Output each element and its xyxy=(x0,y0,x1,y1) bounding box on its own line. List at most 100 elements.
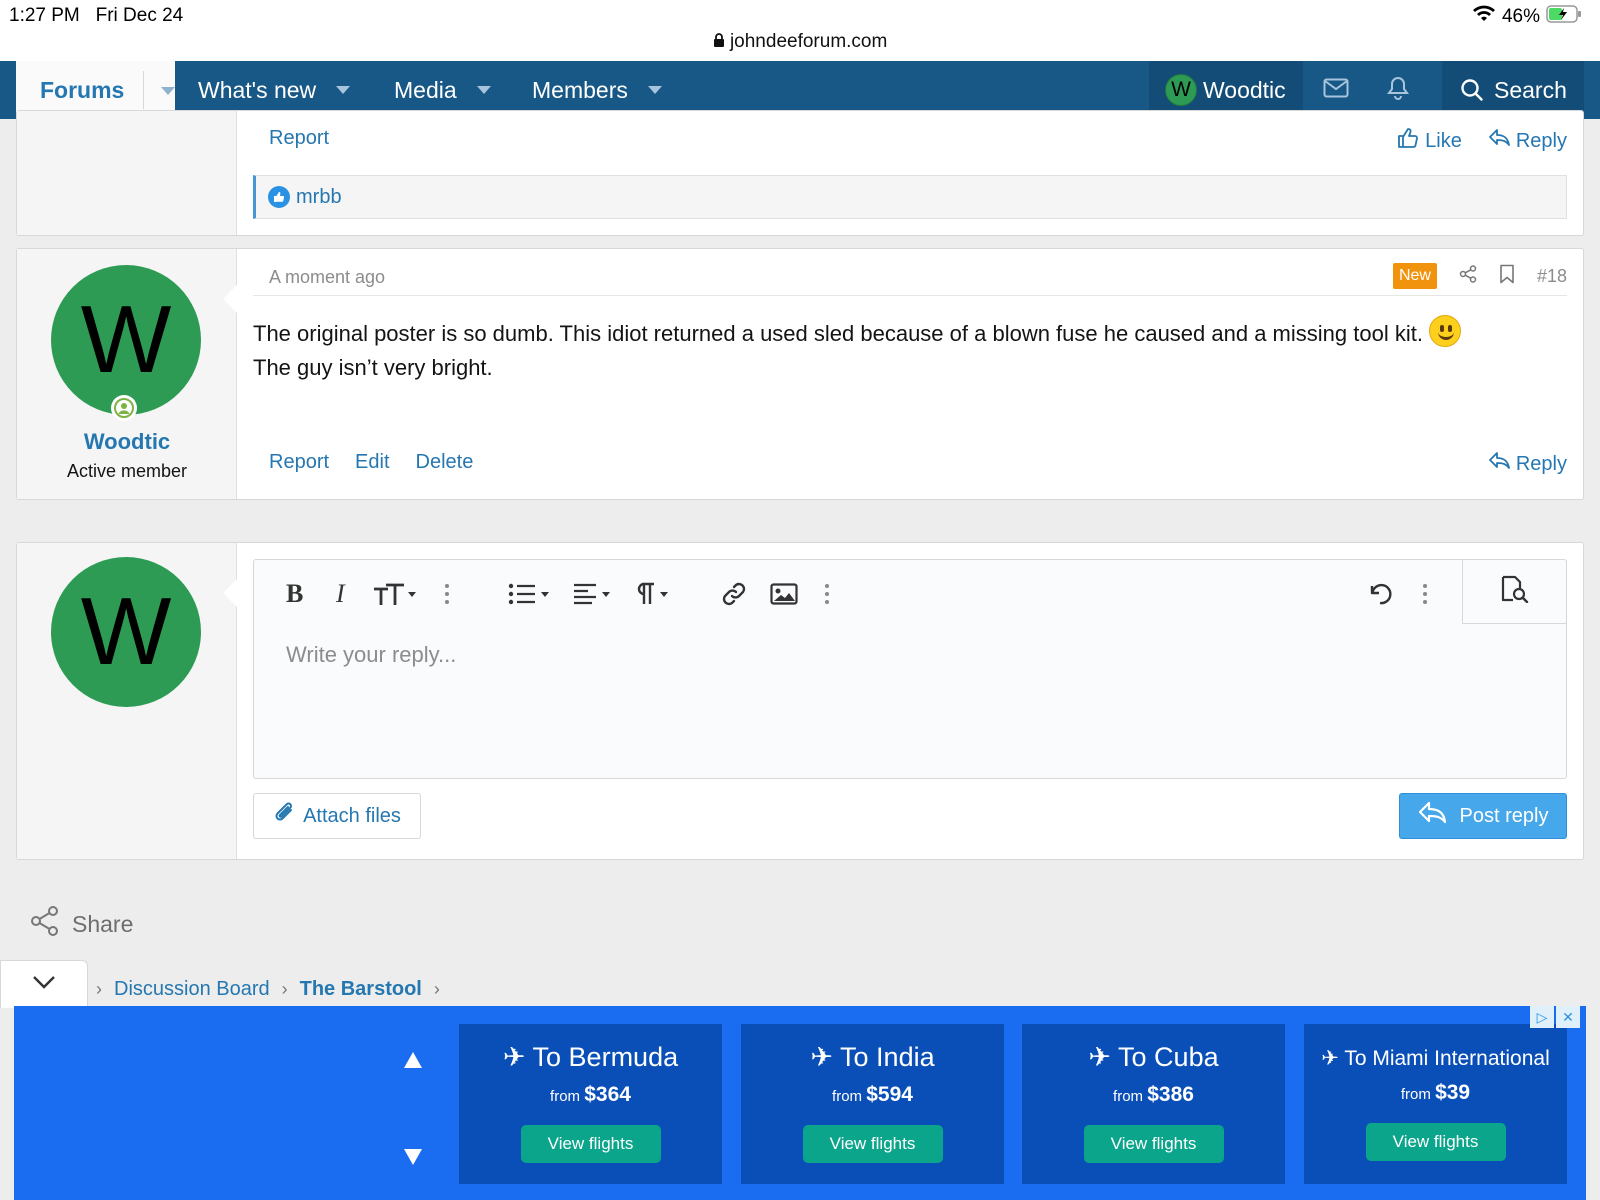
share-label: Share xyxy=(72,910,134,937)
post-text-line-2: The guy isn’t very bright. xyxy=(253,355,493,380)
close-icon[interactable]: ✕ xyxy=(1556,1006,1580,1028)
delete-link[interactable]: Delete xyxy=(416,451,474,474)
status-bar: 1:27 PM Fri Dec 24 johndeeforum.com 46% xyxy=(0,0,1600,61)
ad-card-from: from xyxy=(550,1088,581,1105)
ad-card-price: from $39 xyxy=(1304,1081,1567,1105)
previous-post: Report Like Reply mrbb xyxy=(16,110,1584,236)
paperclip-icon xyxy=(273,800,295,832)
reply-user-cell: W xyxy=(17,543,237,859)
breadcrumb-the-barstool[interactable]: The Barstool xyxy=(300,978,422,1001)
ad-card-destination-text: To Bermuda xyxy=(532,1042,679,1072)
more-options-icon[interactable] xyxy=(824,580,830,608)
like-button[interactable]: Like xyxy=(1397,127,1462,155)
ad-card-from: from xyxy=(832,1088,863,1105)
new-badge: New xyxy=(1392,263,1437,289)
reactions-bar[interactable]: mrbb xyxy=(253,175,1567,219)
ad-card-miami[interactable]: ✈ To Miami International from $39 View f… xyxy=(1304,1024,1567,1184)
link-icon[interactable] xyxy=(720,580,748,608)
view-flights-button[interactable]: View flights xyxy=(1083,1125,1224,1163)
chevron-down-icon[interactable] xyxy=(336,86,351,94)
adchoices-icon[interactable]: ▷ xyxy=(1530,1006,1554,1028)
view-flights-button[interactable]: View flights xyxy=(802,1125,943,1163)
view-flights-button[interactable]: View flights xyxy=(1365,1123,1506,1161)
reply-button[interactable]: Reply xyxy=(1488,451,1567,477)
airplane-icon: ✈ xyxy=(810,1042,834,1072)
post-reply-label: Post reply xyxy=(1459,804,1549,827)
reply-button[interactable]: Reply xyxy=(1488,128,1567,154)
ad-card-destination: ✈ To Miami International xyxy=(1304,1046,1567,1071)
user-title: Active member xyxy=(66,461,188,481)
post-body: A moment ago New #18 The original poster… xyxy=(223,249,1583,499)
chevron-down-icon[interactable] xyxy=(647,86,662,94)
report-link[interactable]: Report xyxy=(269,127,329,150)
arrow-up-icon[interactable] xyxy=(402,1046,424,1077)
bookmark-icon[interactable] xyxy=(1499,264,1515,289)
post-reply-button[interactable]: Post reply xyxy=(1399,793,1567,839)
clock-time: 1:27 PM xyxy=(9,5,80,26)
view-flights-button[interactable]: View flights xyxy=(520,1125,661,1163)
preview-button[interactable] xyxy=(1462,560,1566,624)
reactor-link[interactable]: mrbb xyxy=(296,186,342,209)
clock-date: Fri Dec 24 xyxy=(95,5,184,26)
reply-textarea-placeholder[interactable]: Write your reply... xyxy=(286,642,456,668)
chevron-down-icon[interactable] xyxy=(476,86,491,94)
share-icon[interactable] xyxy=(1459,264,1477,288)
like-label: Like xyxy=(1425,129,1462,152)
bold-icon[interactable]: B xyxy=(286,579,303,608)
share-page[interactable]: Share xyxy=(30,905,133,943)
post-text-line-1: The original poster is so dumb. This idi… xyxy=(253,321,1423,346)
chevron-right-icon: › xyxy=(96,979,102,999)
chevron-down-icon xyxy=(32,975,56,994)
chevron-right-icon: › xyxy=(433,979,440,999)
undo-icon[interactable] xyxy=(1366,580,1394,608)
image-icon[interactable] xyxy=(770,580,798,608)
flight-ad-banner[interactable]: ✈ To Bermuda from $364 View flights ✈ To… xyxy=(14,1006,1586,1200)
avatar: W xyxy=(1165,74,1197,106)
battery-icon xyxy=(1546,5,1582,29)
ad-card-destination-text: To Miami International xyxy=(1344,1047,1550,1070)
post-user-cell: W Woodtic Active member xyxy=(17,249,237,499)
reply-icon xyxy=(1488,128,1512,154)
ad-card-india[interactable]: ✈ To India from $594 View flights xyxy=(741,1024,1004,1184)
report-link[interactable]: Report xyxy=(269,451,329,474)
attach-files-label: Attach files xyxy=(303,804,401,827)
italic-icon[interactable]: I xyxy=(336,579,345,608)
text-size-icon[interactable] xyxy=(372,580,418,608)
address-bar[interactable]: johndeeforum.com xyxy=(0,31,1600,53)
avatar: W xyxy=(51,557,201,707)
post-time[interactable]: A moment ago xyxy=(269,267,385,288)
avatar[interactable]: W xyxy=(51,265,201,415)
more-options-icon[interactable] xyxy=(444,580,450,608)
tab-media-label: Media xyxy=(394,76,457,103)
post-header-divider xyxy=(253,295,1567,296)
rich-text-editor[interactable]: B I Write your reply... xyxy=(253,559,1567,779)
reply-label: Reply xyxy=(1515,129,1567,152)
ad-card-cuba[interactable]: ✈ To Cuba from $386 View flights xyxy=(1022,1024,1285,1184)
post-username[interactable]: Woodtic xyxy=(17,429,237,455)
reply-editor-area: B I Write your reply... Attach files Pos… xyxy=(223,543,1583,859)
chevron-down-icon[interactable] xyxy=(161,87,175,95)
post-footer-actions: Report Edit Delete xyxy=(269,451,473,474)
ad-card-destination-text: To Cuba xyxy=(1118,1042,1219,1072)
align-icon[interactable] xyxy=(572,580,616,608)
reply-icon xyxy=(1488,451,1512,477)
airplane-icon: ✈ xyxy=(1321,1047,1339,1070)
ad-card-bermuda[interactable]: ✈ To Bermuda from $364 View flights xyxy=(459,1024,722,1184)
more-options-icon[interactable] xyxy=(1422,580,1428,608)
list-icon[interactable] xyxy=(508,580,554,608)
wifi-icon xyxy=(1472,5,1496,29)
breadcrumb-discussion-board[interactable]: Discussion Board xyxy=(114,978,270,1001)
reply-icon xyxy=(1418,801,1448,831)
collapse-toggle[interactable] xyxy=(0,960,88,1008)
paragraph-icon[interactable] xyxy=(632,580,676,608)
ad-card-price-value: $594 xyxy=(866,1083,913,1106)
search-label: Search xyxy=(1494,76,1567,103)
arrow-down-icon[interactable] xyxy=(402,1143,424,1174)
chevron-right-icon: › xyxy=(281,979,288,999)
editor-toolbar: B I xyxy=(254,560,1566,624)
edit-link[interactable]: Edit xyxy=(355,451,389,474)
post-number[interactable]: #18 xyxy=(1537,266,1567,287)
lock-icon xyxy=(713,31,730,52)
previous-post-user-cell xyxy=(17,111,237,235)
attach-files-button[interactable]: Attach files xyxy=(253,793,421,839)
